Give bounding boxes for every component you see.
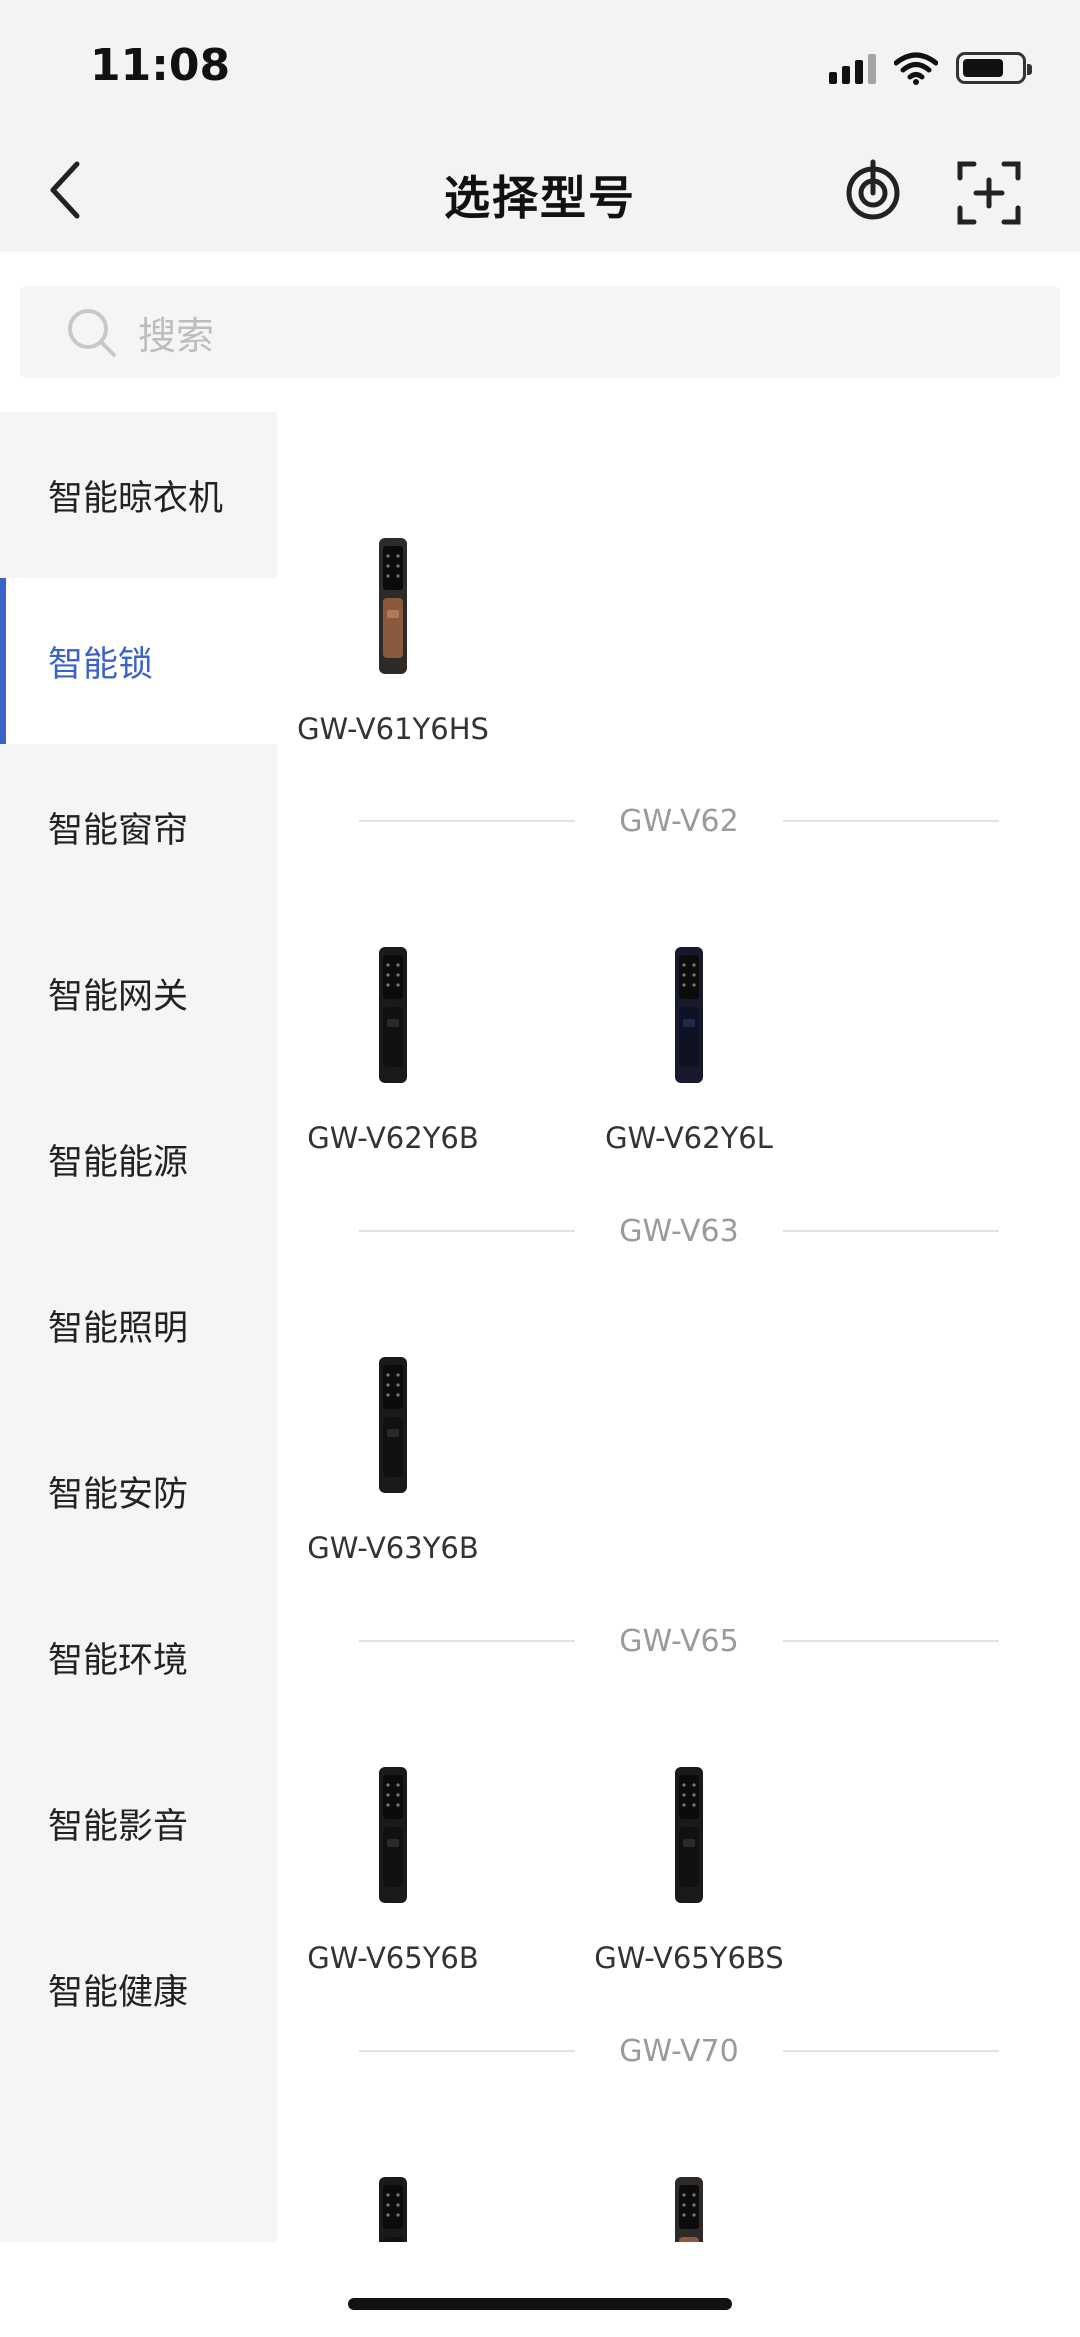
smart-lock-image xyxy=(283,1745,503,1905)
category-sidebar: 智能晾衣机 智能锁 智能窗帘 智能网关 智能能源 智能照明 智能安防 智能环境 … xyxy=(0,412,277,2242)
product-name: GW-V62Y6L xyxy=(605,1121,773,1155)
radar-icon xyxy=(846,159,900,220)
scan-icon xyxy=(957,161,1021,225)
sidebar-item-curtain[interactable]: 智能窗帘 xyxy=(0,744,277,910)
sidebar-item-gateway[interactable]: 智能网关 xyxy=(0,910,277,1076)
page-title: 选择型号 xyxy=(444,171,636,225)
sidebar-item-smart-lock[interactable]: 智能锁 xyxy=(0,578,277,744)
sidebar-item-energy[interactable]: 智能能源 xyxy=(0,1076,277,1242)
product-list: GW-V61Y6HS GW-V62 GW-V62Y6B GW-V62Y6L GW… xyxy=(277,412,1080,2242)
sidebar-item-label: 智能健康 xyxy=(48,1972,189,2013)
smart-lock-image xyxy=(579,1745,799,1905)
sidebar-item-label: 智能能源 xyxy=(48,1142,189,1183)
smart-lock-image xyxy=(579,2155,799,2242)
product-card[interactable] xyxy=(579,2155,799,2242)
sidebar-item-label: 智能照明 xyxy=(48,1308,189,1349)
product-card[interactable]: GW-V62Y6L xyxy=(579,925,799,1155)
product-card[interactable]: GW-V65Y6BS xyxy=(579,1745,799,1975)
sidebar-item-environment[interactable]: 智能环境 xyxy=(0,1574,277,1740)
radar-scan-button[interactable] xyxy=(838,158,908,228)
smart-lock-image xyxy=(283,1335,503,1495)
series-title: GW-V62 xyxy=(619,803,739,839)
cellular-signal-icon xyxy=(829,52,876,84)
status-icons xyxy=(829,48,1032,88)
smart-lock-image xyxy=(283,2155,503,2242)
wifi-icon xyxy=(894,52,938,85)
header: 11:08 选择型号 xyxy=(0,0,1080,252)
series-title: GW-V63 xyxy=(619,1213,739,1249)
product-card[interactable]: GW-V65Y6B xyxy=(283,1745,503,1975)
battery-icon xyxy=(956,52,1032,84)
search-input[interactable]: 搜索 xyxy=(20,286,1060,378)
search-icon xyxy=(68,309,116,357)
smart-lock-image xyxy=(579,925,799,1085)
product-name: GW-V61Y6HS xyxy=(297,712,489,746)
series-title: GW-V65 xyxy=(619,1623,739,1659)
product-card[interactable] xyxy=(283,2155,503,2242)
series-divider: GW-V62 xyxy=(359,801,999,841)
product-name: GW-V63Y6B xyxy=(307,1531,479,1565)
product-card[interactable]: GW-V61Y6HS xyxy=(283,516,503,746)
smart-lock-image xyxy=(283,925,503,1085)
sidebar-item-label: 智能安防 xyxy=(48,1474,189,1515)
home-indicator xyxy=(348,2298,732,2310)
sidebar-item-label: 智能网关 xyxy=(48,976,189,1017)
product-name: GW-V65Y6BS xyxy=(594,1941,784,1975)
product-name: GW-V62Y6B xyxy=(307,1121,479,1155)
search-placeholder: 搜索 xyxy=(138,313,215,358)
status-time: 11:08 xyxy=(90,40,231,91)
product-card[interactable]: GW-V63Y6B xyxy=(283,1335,503,1565)
series-divider: GW-V65 xyxy=(359,1621,999,1661)
smart-lock-image xyxy=(283,516,503,676)
sidebar-item-health[interactable]: 智能健康 xyxy=(0,1906,277,2072)
sidebar-item-clothes-dryer[interactable]: 智能晾衣机 xyxy=(0,412,277,578)
product-name: GW-V65Y6B xyxy=(307,1941,479,1975)
sidebar-item-label: 智能窗帘 xyxy=(48,810,189,851)
series-divider: GW-V70 xyxy=(359,2031,999,2071)
product-card[interactable]: GW-V62Y6B xyxy=(283,925,503,1155)
series-divider: GW-V63 xyxy=(359,1211,999,1251)
qr-scan-button[interactable] xyxy=(954,158,1024,228)
series-title: GW-V70 xyxy=(619,2033,739,2069)
sidebar-item-label: 智能影音 xyxy=(48,1806,189,1847)
sidebar-item-security[interactable]: 智能安防 xyxy=(0,1408,277,1574)
sidebar-item-label: 智能锁 xyxy=(48,644,154,685)
sidebar-item-lighting[interactable]: 智能照明 xyxy=(0,1242,277,1408)
sidebar-item-label: 智能晾衣机 xyxy=(48,478,224,519)
sidebar-item-label: 智能环境 xyxy=(48,1640,189,1681)
sidebar-item-audio-video[interactable]: 智能影音 xyxy=(0,1740,277,1906)
